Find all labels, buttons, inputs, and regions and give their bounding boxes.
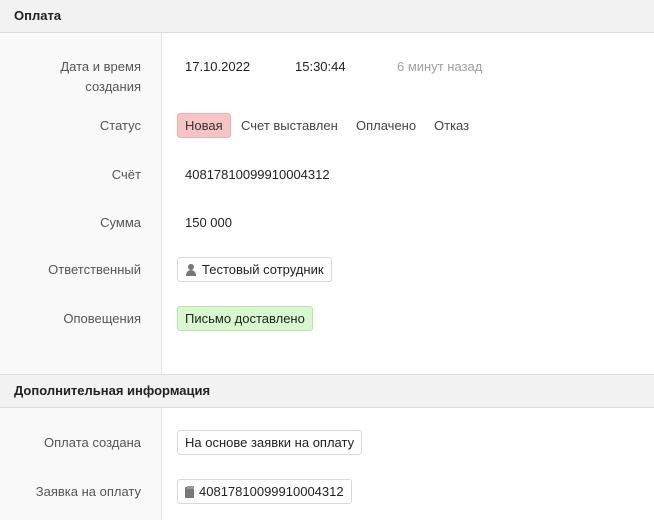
payment-request-number: 40817810099910004312 [199,484,344,499]
payment-request-label: Заявка на оплату [35,484,141,499]
responsible-name: Тестовый сотрудник [202,262,324,277]
created-relative-time: 6 минут назад [397,59,483,74]
notification-status-badge: Письмо доставлено [177,306,313,331]
notification-status-text: Письмо доставлено [185,311,305,326]
payment-request-link[interactable]: 40817810099910004312 [177,479,352,504]
created-date: 17.10.2022 [185,59,251,74]
payment-created-value: На основе заявки на оплату [185,435,355,450]
created-label-line1: Дата и время [60,59,141,74]
status-option-new[interactable]: Новая [177,113,231,138]
status-label: Статус [99,118,141,133]
account-label: Счёт [111,167,141,182]
payment-created-label: Оплата создана [44,435,141,450]
user-icon [185,263,197,276]
responsible-chip[interactable]: Тестовый сотрудник [177,257,332,282]
payment-section-title: Оплата [0,0,654,33]
account-value: 40817810099910004312 [185,167,330,182]
responsible-label: Ответственный [48,262,141,277]
created-label-line2: создания [85,79,141,94]
amount-value: 150 000 [185,215,232,230]
notifications-label: Оповещения [63,311,141,326]
document-icon [185,485,194,498]
additional-labels-column [0,408,162,520]
status-option-invoiced[interactable]: Счет выставлен [241,116,338,136]
status-option-paid[interactable]: Оплачено [356,116,416,136]
additional-section-title: Дополнительная информация [0,374,654,408]
amount-label: Сумма [100,215,141,230]
created-time: 15:30:44 [295,59,346,74]
payment-created-chip: На основе заявки на оплату [177,430,363,455]
status-option-declined[interactable]: Отказ [434,116,469,136]
